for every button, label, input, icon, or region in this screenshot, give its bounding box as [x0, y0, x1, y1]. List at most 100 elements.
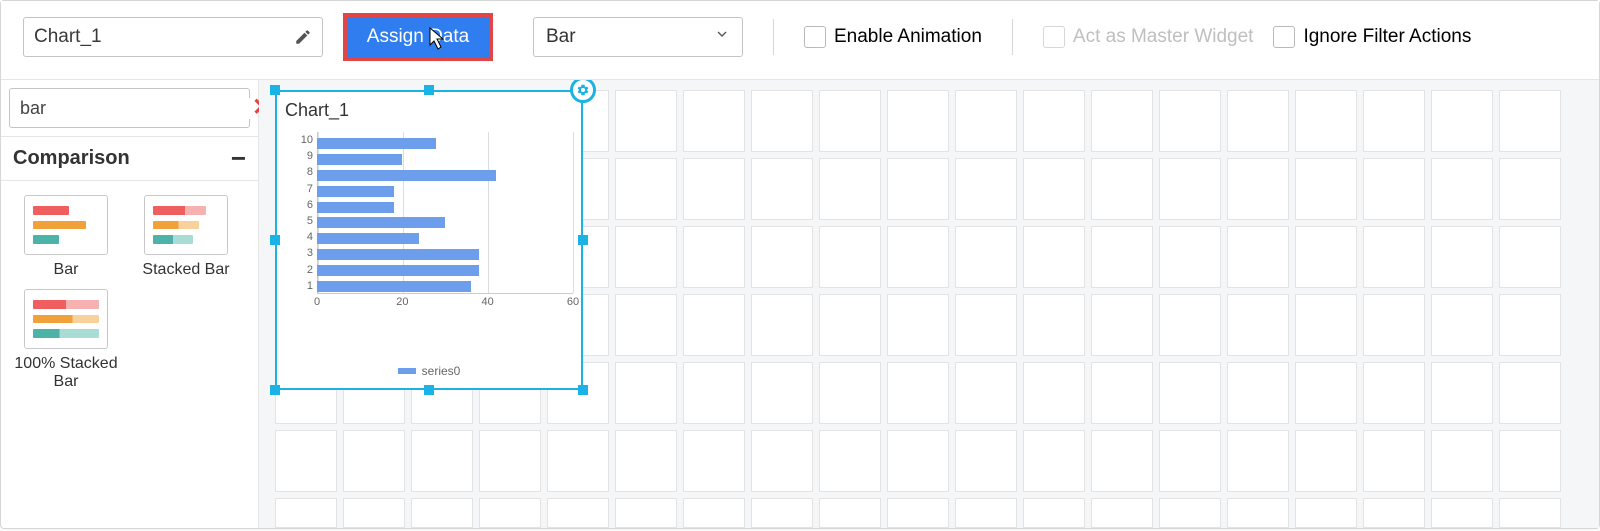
canvas-cell[interactable] — [1159, 362, 1221, 424]
canvas-cell[interactable] — [615, 226, 677, 288]
canvas-cell[interactable] — [1431, 90, 1493, 152]
canvas-cell[interactable] — [615, 90, 677, 152]
canvas-cell[interactable] — [1227, 158, 1289, 220]
checkbox-box[interactable] — [804, 26, 826, 48]
sidebar-search[interactable]: ✕ — [9, 88, 250, 128]
canvas-cell[interactable] — [887, 430, 949, 492]
canvas-cell[interactable] — [751, 498, 813, 528]
canvas-cell[interactable] — [1023, 158, 1085, 220]
canvas-cell[interactable] — [1091, 430, 1153, 492]
canvas-cell[interactable] — [819, 362, 881, 424]
canvas-cell[interactable] — [1159, 158, 1221, 220]
canvas-cell[interactable] — [751, 294, 813, 356]
canvas-cell[interactable] — [683, 294, 745, 356]
canvas-cell[interactable] — [887, 90, 949, 152]
canvas-cell[interactable] — [1023, 90, 1085, 152]
canvas-cell[interactable] — [1499, 226, 1561, 288]
canvas-cell[interactable] — [751, 430, 813, 492]
canvas-cell[interactable] — [1363, 430, 1425, 492]
canvas-cell[interactable] — [955, 226, 1017, 288]
canvas-cell[interactable] — [1363, 498, 1425, 528]
canvas-cell[interactable] — [683, 430, 745, 492]
canvas-cell[interactable] — [955, 362, 1017, 424]
canvas-cell[interactable] — [1499, 430, 1561, 492]
canvas-cell[interactable] — [1431, 226, 1493, 288]
enable-animation-checkbox[interactable]: Enable Animation — [804, 26, 982, 48]
canvas-cell[interactable] — [615, 498, 677, 528]
canvas-cell[interactable] — [887, 158, 949, 220]
chart-name-field[interactable] — [23, 17, 323, 57]
resize-handle[interactable] — [578, 385, 588, 395]
canvas-cell[interactable] — [1363, 226, 1425, 288]
canvas-cell[interactable] — [955, 90, 1017, 152]
resize-handle[interactable] — [270, 85, 280, 95]
canvas-cell[interactable] — [1023, 362, 1085, 424]
canvas-cell[interactable] — [1431, 498, 1493, 528]
canvas-cell[interactable] — [955, 294, 1017, 356]
canvas-cell[interactable] — [1431, 430, 1493, 492]
canvas-cell[interactable] — [1499, 158, 1561, 220]
canvas-cell[interactable] — [615, 430, 677, 492]
canvas-cell[interactable] — [1499, 294, 1561, 356]
canvas-cell[interactable] — [1431, 158, 1493, 220]
canvas-cell[interactable] — [1499, 498, 1561, 528]
canvas-cell[interactable] — [1295, 158, 1357, 220]
canvas-cell[interactable] — [1159, 430, 1221, 492]
canvas-cell[interactable] — [683, 498, 745, 528]
canvas-cell[interactable] — [683, 226, 745, 288]
canvas-cell[interactable] — [275, 430, 337, 492]
group-header-comparison[interactable]: Comparison − — [1, 136, 258, 181]
canvas-cell[interactable] — [1295, 294, 1357, 356]
chart-widget[interactable]: Chart_1 12345678910 0204060 series0 — [275, 90, 583, 390]
canvas-cell[interactable] — [1295, 362, 1357, 424]
canvas-cell[interactable] — [887, 498, 949, 528]
canvas-cell[interactable] — [683, 158, 745, 220]
canvas-cell[interactable] — [1091, 90, 1153, 152]
canvas-cell[interactable] — [479, 430, 541, 492]
canvas-cell[interactable] — [343, 498, 405, 528]
canvas-cell[interactable] — [1159, 498, 1221, 528]
canvas-cell[interactable] — [1023, 226, 1085, 288]
design-canvas[interactable]: Chart_1 12345678910 0204060 series0 — [259, 80, 1599, 528]
canvas-cell[interactable] — [683, 90, 745, 152]
resize-handle[interactable] — [578, 235, 588, 245]
canvas-cell[interactable] — [887, 226, 949, 288]
canvas-cell[interactable] — [1363, 294, 1425, 356]
canvas-cell[interactable] — [343, 430, 405, 492]
thumb-100-stacked-bar[interactable]: 100% Stacked Bar — [11, 289, 121, 391]
canvas-cell[interactable] — [819, 430, 881, 492]
canvas-cell[interactable] — [955, 158, 1017, 220]
canvas-cell[interactable] — [1227, 498, 1289, 528]
ignore-filter-checkbox[interactable]: Ignore Filter Actions — [1273, 26, 1471, 48]
canvas-cell[interactable] — [1091, 294, 1153, 356]
canvas-cell[interactable] — [1091, 158, 1153, 220]
canvas-cell[interactable] — [1227, 362, 1289, 424]
canvas-cell[interactable] — [819, 226, 881, 288]
canvas-cell[interactable] — [1431, 294, 1493, 356]
canvas-cell[interactable] — [411, 498, 473, 528]
canvas-cell[interactable] — [1227, 226, 1289, 288]
resize-handle[interactable] — [270, 235, 280, 245]
canvas-cell[interactable] — [887, 362, 949, 424]
collapse-icon[interactable]: − — [231, 143, 246, 174]
assign-data-button[interactable]: Assign Data — [343, 13, 493, 61]
canvas-cell[interactable] — [751, 226, 813, 288]
canvas-cell[interactable] — [1227, 294, 1289, 356]
canvas-cell[interactable] — [751, 158, 813, 220]
canvas-cell[interactable] — [1295, 226, 1357, 288]
canvas-cell[interactable] — [887, 294, 949, 356]
canvas-cell[interactable] — [1295, 90, 1357, 152]
canvas-cell[interactable] — [819, 498, 881, 528]
canvas-cell[interactable] — [1159, 90, 1221, 152]
canvas-cell[interactable] — [1363, 90, 1425, 152]
resize-handle[interactable] — [270, 385, 280, 395]
canvas-cell[interactable] — [1295, 498, 1357, 528]
canvas-cell[interactable] — [1159, 226, 1221, 288]
canvas-cell[interactable] — [1023, 430, 1085, 492]
search-input[interactable] — [20, 98, 252, 119]
canvas-cell[interactable] — [547, 430, 609, 492]
canvas-cell[interactable] — [1363, 158, 1425, 220]
canvas-cell[interactable] — [751, 90, 813, 152]
canvas-cell[interactable] — [955, 430, 1017, 492]
resize-handle[interactable] — [424, 385, 434, 395]
